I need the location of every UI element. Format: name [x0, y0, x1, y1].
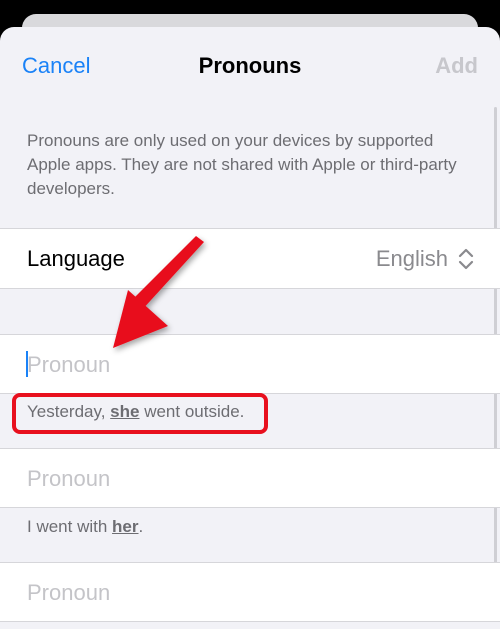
text-cursor	[26, 351, 28, 377]
language-row[interactable]: Language English	[0, 228, 500, 289]
language-value: English	[375, 246, 448, 271]
example-sentence: I went with her.	[27, 517, 143, 537]
example-text-after: .	[138, 517, 144, 536]
pronoun-row	[0, 334, 500, 394]
pronouns-sheet: Cancel Pronouns Add Pronouns are only us…	[0, 27, 500, 629]
info-text: Pronouns are only used on your devices b…	[27, 131, 457, 198]
language-label: Language	[27, 246, 125, 271]
example-pronoun: her	[112, 517, 139, 536]
pronoun-input[interactable]	[27, 466, 467, 492]
example-text-before: I went with	[27, 517, 113, 536]
highlight-box	[12, 393, 268, 434]
add-button[interactable]: Add	[435, 53, 478, 79]
pronoun-input[interactable]	[27, 352, 467, 378]
pronoun-row	[0, 562, 500, 622]
pronoun-row	[0, 448, 500, 508]
pronoun-input[interactable]	[27, 580, 467, 606]
chevron-up-down-icon	[458, 248, 474, 270]
page-title: Pronouns	[198, 53, 302, 78]
